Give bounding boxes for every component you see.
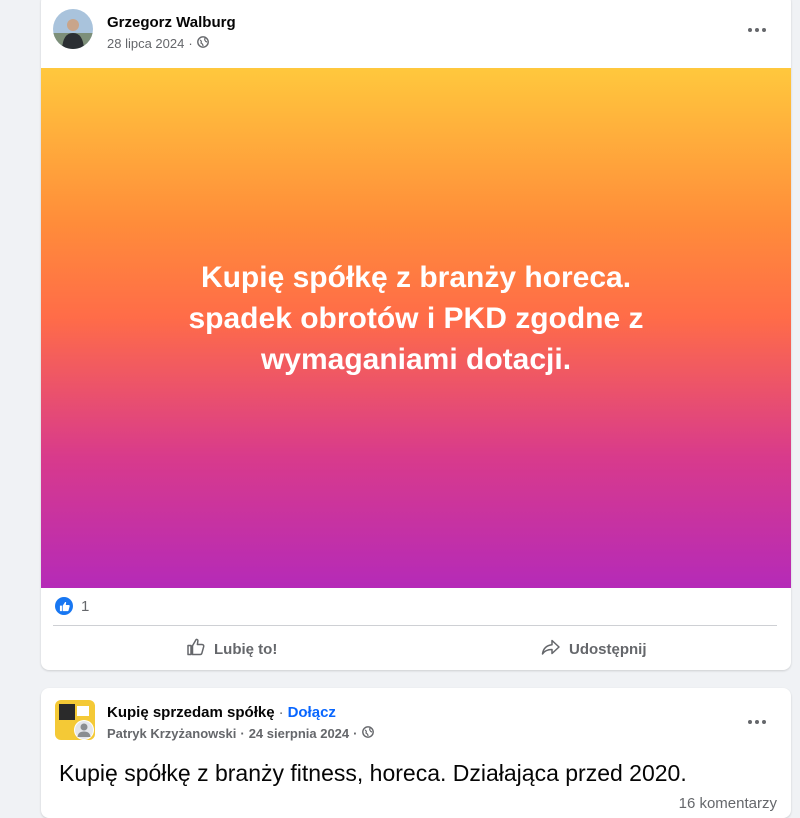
banner-line: Kupię spółkę z branży horeca. xyxy=(200,260,632,294)
globe-icon xyxy=(196,36,209,51)
post-author[interactable]: Patryk Krzyżanowski xyxy=(107,726,236,741)
meta-separator: · xyxy=(240,726,245,741)
group-name[interactable]: Kupię sprzedam spółkę xyxy=(107,704,275,721)
post-text: Kupię spółkę z branży fitness, horeca. D… xyxy=(59,760,687,786)
like-label: Lubię to! xyxy=(214,640,278,658)
post-card: Kupię sprzedam spółkę · Dołącz Patryk Kr… xyxy=(41,688,791,818)
post-meta: 28 lipca 2024 · xyxy=(107,36,209,51)
more-options-icon[interactable] xyxy=(740,13,774,47)
globe-icon xyxy=(361,726,374,741)
comments-count[interactable]: 16 komentarzy xyxy=(679,795,777,812)
share-button[interactable]: Udostępnij xyxy=(541,632,647,666)
post-card: Grzegorz Walburg 28 lipca 2024 · Kupię s… xyxy=(41,0,791,670)
meta-separator: · xyxy=(188,36,193,51)
banner-line: spadek obrotów i PKD zgodne z xyxy=(188,301,644,335)
author-avatar[interactable] xyxy=(53,9,93,49)
group-avatar[interactable] xyxy=(55,700,95,740)
author-name[interactable]: Grzegorz Walburg xyxy=(107,14,236,31)
post-meta: Patryk Krzyżanowski · 24 sierpnia 2024 · xyxy=(107,726,374,741)
meta-separator: · xyxy=(278,704,284,721)
divider xyxy=(53,625,777,626)
join-group-link[interactable]: Dołącz xyxy=(288,704,336,721)
like-button[interactable]: Lubię to! xyxy=(186,632,277,666)
share-label: Udostępnij xyxy=(569,640,647,658)
meta-separator: · xyxy=(353,726,358,741)
reactions-summary[interactable]: 1 xyxy=(55,597,89,615)
thumbs-up-icon xyxy=(186,637,206,661)
banner-text: Kupię spółkę z branży horeca. spadek obr… xyxy=(136,257,696,380)
reaction-count: 1 xyxy=(81,597,90,615)
banner-line: wymaganiami dotacji. xyxy=(260,342,572,376)
like-reaction-icon xyxy=(55,597,73,615)
post-banner: Kupię spółkę z branży horeca. spadek obr… xyxy=(41,68,791,588)
group-header: Kupię sprzedam spółkę · Dołącz xyxy=(107,704,336,721)
post-date[interactable]: 28 lipca 2024 xyxy=(107,36,184,51)
post-date[interactable]: 24 sierpnia 2024 xyxy=(249,726,349,741)
more-options-icon[interactable] xyxy=(740,705,774,739)
share-arrow-icon xyxy=(541,637,561,661)
